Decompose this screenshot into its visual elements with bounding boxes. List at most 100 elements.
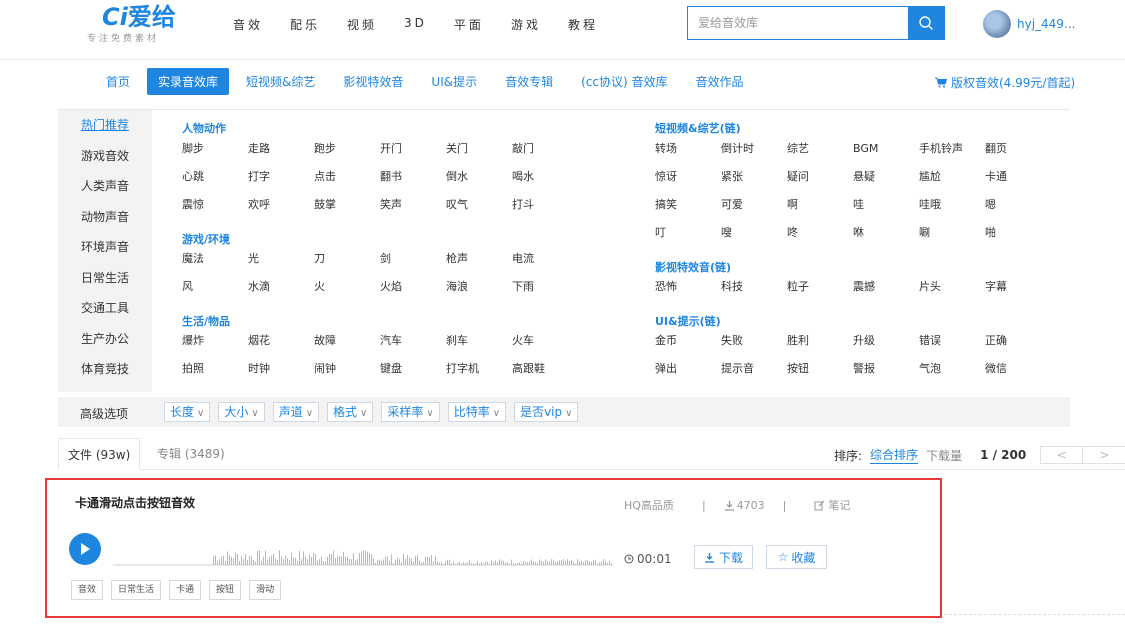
category-tag[interactable]: 关门 bbox=[446, 140, 512, 168]
category-tag[interactable]: 翻页 bbox=[985, 140, 1051, 168]
sound-title[interactable]: 卡通滑动点击按钮音效 bbox=[75, 494, 195, 511]
user-menu[interactable]: hyj_449... bbox=[983, 10, 1075, 38]
category-tag[interactable]: 咻 bbox=[853, 224, 919, 252]
category-tag[interactable]: 水滴 bbox=[248, 278, 314, 306]
category-tag[interactable]: 火车 bbox=[512, 332, 578, 360]
sound-tag[interactable]: 按钮 bbox=[209, 580, 242, 600]
sub-nav-item[interactable]: 实录音效库 bbox=[147, 68, 230, 95]
category-tag[interactable]: 走路 bbox=[248, 140, 314, 168]
sub-nav-item[interactable]: 首页 bbox=[95, 68, 141, 95]
category-tag[interactable]: 刀 bbox=[314, 250, 380, 278]
category-tag[interactable]: 时钟 bbox=[248, 360, 314, 388]
category-tag[interactable]: 啊 bbox=[787, 196, 853, 224]
category-sidebar-item[interactable]: 人类声音 bbox=[58, 171, 152, 202]
sound-tag[interactable]: 卡通 bbox=[169, 580, 202, 600]
category-tag[interactable]: 脚步 bbox=[182, 140, 248, 168]
category-tag[interactable]: 键盘 bbox=[380, 360, 446, 388]
category-tag[interactable]: 欢呼 bbox=[248, 196, 314, 224]
category-tag[interactable]: 翻书 bbox=[380, 168, 446, 196]
category-tag[interactable]: 打字 bbox=[248, 168, 314, 196]
category-tag[interactable]: 气泡 bbox=[919, 360, 985, 388]
category-tag[interactable]: 卡通 bbox=[985, 168, 1051, 196]
category-tag[interactable]: 开门 bbox=[380, 140, 446, 168]
category-tag[interactable]: 叹气 bbox=[446, 196, 512, 224]
category-tag[interactable]: 高跟鞋 bbox=[512, 360, 578, 388]
category-tag[interactable]: 跑步 bbox=[314, 140, 380, 168]
category-tag[interactable]: 片头 bbox=[919, 278, 985, 306]
category-tag[interactable]: BGM bbox=[853, 140, 919, 168]
sub-nav-item[interactable]: 音效作品 bbox=[684, 68, 754, 95]
main-nav-item[interactable]: 游戏 bbox=[511, 16, 541, 33]
category-tag[interactable]: 字幕 bbox=[985, 278, 1051, 306]
category-tag[interactable]: 故障 bbox=[314, 332, 380, 360]
category-tag[interactable]: 光 bbox=[248, 250, 314, 278]
search-button[interactable] bbox=[908, 7, 944, 39]
category-tag[interactable]: 震撼 bbox=[853, 278, 919, 306]
site-logo[interactable]: Ci爱给 专注免费素材 bbox=[87, 4, 176, 44]
category-tag[interactable]: 疑问 bbox=[787, 168, 853, 196]
category-tag[interactable]: 失败 bbox=[721, 332, 787, 360]
category-tag[interactable]: 笑声 bbox=[380, 196, 446, 224]
main-nav-item[interactable]: 视频 bbox=[347, 16, 377, 33]
sound-tag[interactable]: 滑动 bbox=[249, 580, 282, 600]
main-nav-item[interactable]: 音效 bbox=[233, 16, 263, 33]
category-tag[interactable]: 科技 bbox=[721, 278, 787, 306]
sub-nav-item[interactable]: UI&提示 bbox=[420, 68, 488, 95]
filter-dropdown[interactable]: 是否vip ∨ bbox=[514, 402, 579, 422]
category-tag[interactable]: 敲门 bbox=[512, 140, 578, 168]
category-tag[interactable]: 喝水 bbox=[512, 168, 578, 196]
filter-dropdown[interactable]: 采样率 ∨ bbox=[381, 402, 440, 422]
filter-dropdown[interactable]: 长度 ∨ bbox=[164, 402, 211, 422]
category-tag[interactable]: 嗯 bbox=[985, 196, 1051, 224]
category-tag[interactable]: 尴尬 bbox=[919, 168, 985, 196]
category-tag[interactable]: 哇哦 bbox=[919, 196, 985, 224]
category-tag[interactable]: 倒水 bbox=[446, 168, 512, 196]
favorite-button[interactable]: ☆ 收藏 bbox=[766, 545, 827, 569]
category-tag[interactable]: 粒子 bbox=[787, 278, 853, 306]
category-tag[interactable]: 风 bbox=[182, 278, 248, 306]
category-tag[interactable]: 弹出 bbox=[655, 360, 721, 388]
note-link[interactable]: 笔记 bbox=[828, 497, 850, 513]
filter-dropdown[interactable]: 格式 ∨ bbox=[327, 402, 374, 422]
sub-nav-item[interactable]: (cc协议) 音效库 bbox=[570, 68, 678, 95]
category-tag[interactable]: 升级 bbox=[853, 332, 919, 360]
category-tag[interactable]: 闹钟 bbox=[314, 360, 380, 388]
category-tag[interactable]: 嗖 bbox=[721, 224, 787, 252]
category-sidebar-item[interactable]: 生产办公 bbox=[58, 324, 152, 355]
main-nav-item[interactable]: 平面 bbox=[454, 16, 484, 33]
category-tag[interactable]: 剑 bbox=[380, 250, 446, 278]
sort-option-downloads[interactable]: 下载量 bbox=[926, 447, 962, 464]
license-link[interactable]: 版权音效(4.99元/首起) bbox=[935, 74, 1075, 91]
category-sidebar-item[interactable]: 热门推荐 bbox=[58, 110, 152, 141]
category-tag[interactable]: 电流 bbox=[512, 250, 578, 278]
category-tag[interactable]: 综艺 bbox=[787, 140, 853, 168]
filter-dropdown[interactable]: 声道 ∨ bbox=[272, 402, 320, 422]
category-tag[interactable]: 打字机 bbox=[446, 360, 512, 388]
category-tag[interactable]: 下雨 bbox=[512, 278, 578, 306]
category-tag[interactable]: 金币 bbox=[655, 332, 721, 360]
category-tag[interactable]: 海浪 bbox=[446, 278, 512, 306]
main-nav-item[interactable]: 教程 bbox=[568, 16, 598, 33]
download-button[interactable]: 下载 bbox=[694, 545, 753, 569]
prev-page-button[interactable]: < bbox=[1040, 446, 1084, 464]
category-tag[interactable]: 啪 bbox=[985, 224, 1051, 252]
category-tag[interactable]: 哇 bbox=[853, 196, 919, 224]
category-sidebar-item[interactable]: 游戏音效 bbox=[58, 141, 152, 172]
main-nav-item[interactable]: 3D bbox=[404, 16, 427, 33]
sort-option-comprehensive[interactable]: 综合排序 bbox=[870, 446, 919, 464]
category-tag[interactable]: 转场 bbox=[655, 140, 721, 168]
category-tag[interactable]: 刹车 bbox=[446, 332, 512, 360]
category-tag[interactable]: 恐怖 bbox=[655, 278, 721, 306]
category-sidebar-item[interactable]: 体育竞技 bbox=[58, 354, 152, 385]
category-tag[interactable]: 悬疑 bbox=[853, 168, 919, 196]
category-tag[interactable]: 叮 bbox=[655, 224, 721, 252]
category-tag[interactable]: 紧张 bbox=[721, 168, 787, 196]
category-tag[interactable]: 警报 bbox=[853, 360, 919, 388]
search-input[interactable] bbox=[688, 7, 909, 39]
category-tag[interactable]: 枪声 bbox=[446, 250, 512, 278]
category-sidebar-item[interactable]: 环境声音 bbox=[58, 232, 152, 263]
category-tag[interactable]: 火 bbox=[314, 278, 380, 306]
sound-tag[interactable]: 日常生活 bbox=[111, 580, 162, 600]
category-tag[interactable]: 爆炸 bbox=[182, 332, 248, 360]
category-tag[interactable]: 搞笑 bbox=[655, 196, 721, 224]
